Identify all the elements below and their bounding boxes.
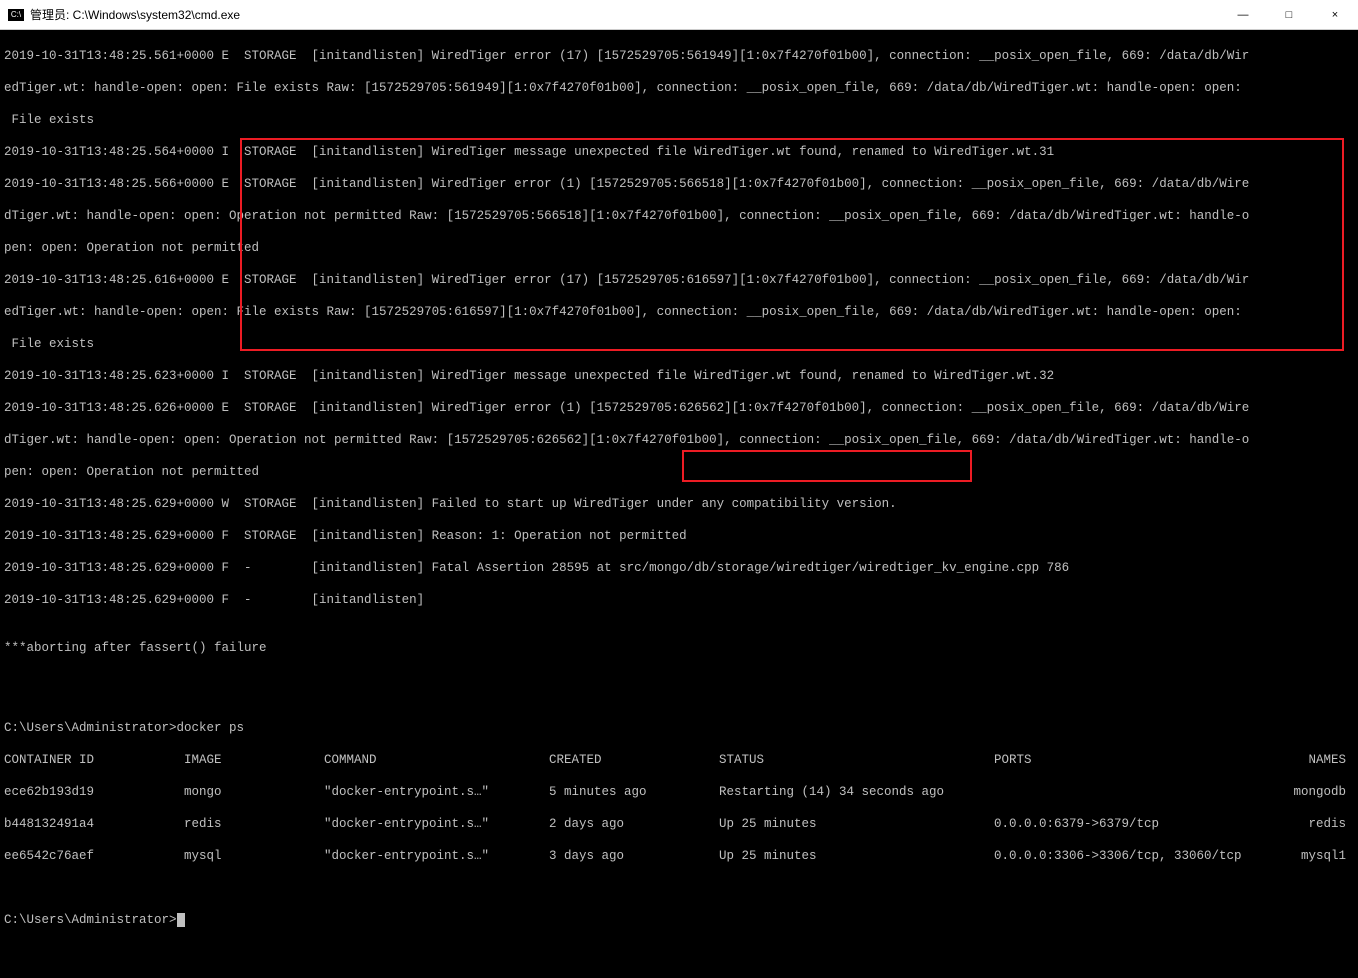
log-line: 2019-10-31T13:48:25.566+0000 E STORAGE [… <box>4 176 1354 192</box>
log-line: edTiger.wt: handle-open: open: File exis… <box>4 304 1354 320</box>
col-header-id: CONTAINER ID <box>4 752 184 768</box>
log-line: File exists <box>4 112 1354 128</box>
terminal-output[interactable]: 2019-10-31T13:48:25.561+0000 E STORAGE [… <box>0 30 1358 978</box>
command-text: docker ps <box>177 721 245 735</box>
window-title: 管理员: C:\Windows\system32\cmd.exe <box>30 6 240 23</box>
log-line: pen: open: Operation not permitted <box>4 240 1354 256</box>
table-row: ece62b193d19 mongo "docker-entrypoint.s…… <box>4 784 1354 800</box>
cell-names: mongodb <box>1274 784 1354 800</box>
log-line: pen: open: Operation not permitted <box>4 464 1354 480</box>
log-line: edTiger.wt: handle-open: open: File exis… <box>4 80 1354 96</box>
col-header-created: CREATED <box>549 752 719 768</box>
cell-names: mysql1 <box>1274 848 1354 864</box>
col-header-ports: PORTS <box>994 752 1274 768</box>
cell-status: Up 25 minutes <box>719 848 994 864</box>
prompt-line: C:\Users\Administrator> <box>4 912 1354 928</box>
cell-names: redis <box>1274 816 1354 832</box>
log-line <box>4 880 1354 896</box>
log-line: 2019-10-31T13:48:25.616+0000 E STORAGE [… <box>4 272 1354 288</box>
table-row: b448132491a4 redis "docker-entrypoint.s…… <box>4 816 1354 832</box>
minimize-button[interactable]: — <box>1220 0 1266 30</box>
cell-image: mongo <box>184 784 324 800</box>
docker-ps-header: CONTAINER ID IMAGE COMMAND CREATED STATU… <box>4 752 1354 768</box>
log-line: 2019-10-31T13:48:25.626+0000 E STORAGE [… <box>4 400 1354 416</box>
cell-command: "docker-entrypoint.s…" <box>324 784 549 800</box>
prompt-line: C:\Users\Administrator>docker ps <box>4 720 1354 736</box>
cell-id: ece62b193d19 <box>4 784 184 800</box>
log-line: 2019-10-31T13:48:25.629+0000 F - [initan… <box>4 592 1354 608</box>
cursor-icon <box>177 913 185 927</box>
col-header-names: NAMES <box>1274 752 1354 768</box>
prompt: C:\Users\Administrator> <box>4 721 177 735</box>
cell-image: redis <box>184 816 324 832</box>
log-line: 2019-10-31T13:48:25.629+0000 F STORAGE [… <box>4 528 1354 544</box>
log-line: dTiger.wt: handle-open: open: Operation … <box>4 432 1354 448</box>
cell-ports: 0.0.0.0:6379->6379/tcp <box>994 816 1274 832</box>
log-line: File exists <box>4 336 1354 352</box>
cell-command: "docker-entrypoint.s…" <box>324 816 549 832</box>
cell-image: mysql <box>184 848 324 864</box>
log-line: dTiger.wt: handle-open: open: Operation … <box>4 208 1354 224</box>
col-header-status: STATUS <box>719 752 994 768</box>
log-line: 2019-10-31T13:48:25.561+0000 E STORAGE [… <box>4 48 1354 64</box>
log-line: 2019-10-31T13:48:25.629+0000 W STORAGE [… <box>4 496 1354 512</box>
log-line: ***aborting after fassert() failure <box>4 640 1354 656</box>
titlebar: C:\ 管理员: C:\Windows\system32\cmd.exe — □… <box>0 0 1358 30</box>
cell-command: "docker-entrypoint.s…" <box>324 848 549 864</box>
col-header-command: COMMAND <box>324 752 549 768</box>
window-controls: — □ × <box>1220 0 1358 30</box>
cell-id: b448132491a4 <box>4 816 184 832</box>
cell-ports: 0.0.0.0:3306->3306/tcp, 33060/tcp <box>994 848 1274 864</box>
cmd-icon: C:\ <box>8 9 24 21</box>
cell-created: 3 days ago <box>549 848 719 864</box>
log-line: 2019-10-31T13:48:25.623+0000 I STORAGE [… <box>4 368 1354 384</box>
log-line: 2019-10-31T13:48:25.629+0000 F - [initan… <box>4 560 1354 576</box>
cell-ports <box>994 784 1274 800</box>
log-line: 2019-10-31T13:48:25.564+0000 I STORAGE [… <box>4 144 1354 160</box>
cell-created: 5 minutes ago <box>549 784 719 800</box>
col-header-image: IMAGE <box>184 752 324 768</box>
cell-status: Up 25 minutes <box>719 816 994 832</box>
cell-id: ee6542c76aef <box>4 848 184 864</box>
maximize-button[interactable]: □ <box>1266 0 1312 30</box>
cell-created: 2 days ago <box>549 816 719 832</box>
table-row: ee6542c76aef mysql "docker-entrypoint.s…… <box>4 848 1354 864</box>
cell-status: Restarting (14) 34 seconds ago <box>719 784 994 800</box>
prompt: C:\Users\Administrator> <box>4 913 177 927</box>
close-button[interactable]: × <box>1312 0 1358 30</box>
